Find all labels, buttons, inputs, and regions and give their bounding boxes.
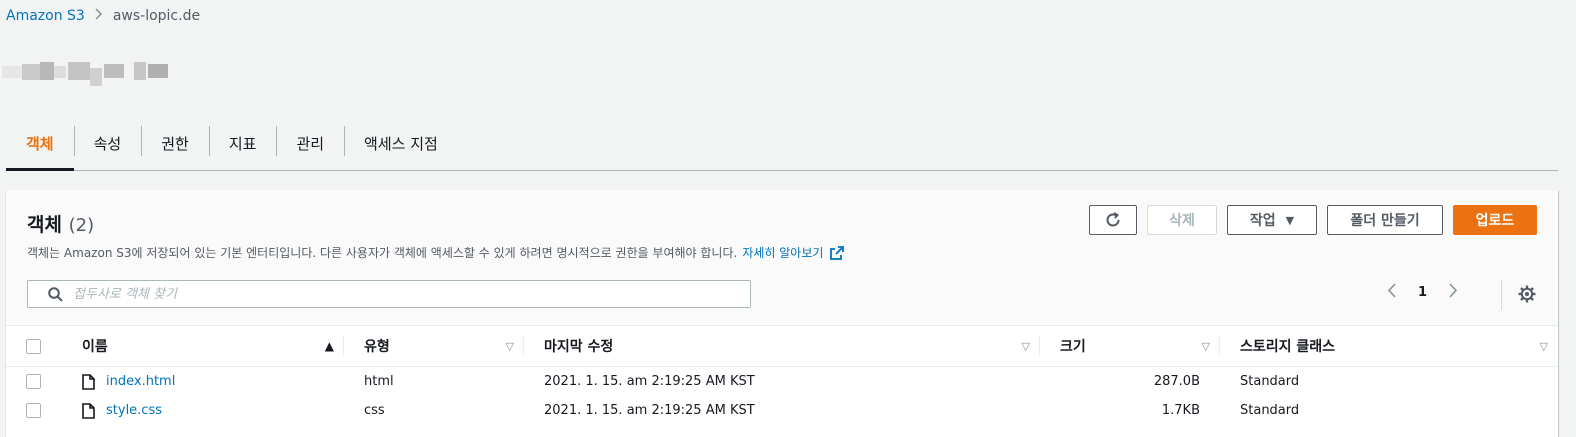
column-header-size[interactable]: 크기 ▽ bbox=[1040, 326, 1220, 366]
tab-permissions[interactable]: 권한 bbox=[141, 116, 209, 170]
actions-label: 작업 bbox=[1249, 213, 1276, 229]
row-checkbox[interactable] bbox=[26, 374, 41, 389]
table-row[interactable]: index.html html 2021. 1. 15. am 2:19:25 … bbox=[6, 367, 1558, 397]
pagination: 1 bbox=[1387, 282, 1458, 303]
chevron-right-icon bbox=[95, 8, 103, 24]
object-modified: 2021. 1. 15. am 2:19:25 AM KST bbox=[544, 403, 755, 418]
panel-header: 객체 (2) 객체는 Amazon S3에 저장되어 있는 기본 엔터티입니다.… bbox=[6, 190, 1558, 326]
file-icon bbox=[82, 402, 106, 419]
objects-panel: 객체 (2) 객체는 Amazon S3에 저장되어 있는 기본 엔터티입니다.… bbox=[6, 190, 1558, 437]
object-count: (2) bbox=[68, 215, 95, 236]
select-all-checkbox[interactable] bbox=[26, 338, 41, 354]
action-buttons: 삭제 작업 ▼ 폴더 만들기 업로드 bbox=[1089, 205, 1537, 235]
column-label: 마지막 수정 bbox=[544, 339, 614, 355]
objects-table: 이름 ▲ 유형 ▽ 마지막 수정 ▽ 크기 ▽ 스토리지 클래스 ▽ index… bbox=[6, 326, 1558, 425]
object-type: css bbox=[364, 403, 385, 418]
breadcrumb: Amazon S3 aws-lopic.de bbox=[6, 8, 200, 24]
sort-icon: ▽ bbox=[505, 339, 514, 353]
sort-icon: ▽ bbox=[1539, 339, 1548, 353]
row-checkbox[interactable] bbox=[26, 403, 41, 418]
object-size: 1.7KB bbox=[1161, 403, 1200, 418]
object-link[interactable]: index.html bbox=[106, 374, 175, 389]
search-box bbox=[27, 280, 751, 308]
description-text: 객체는 Amazon S3에 저장되어 있는 기본 엔터티입니다. 다른 사용자… bbox=[27, 246, 738, 260]
delete-button[interactable]: 삭제 bbox=[1147, 205, 1217, 235]
object-modified: 2021. 1. 15. am 2:19:25 AM KST bbox=[544, 374, 755, 389]
sort-icon: ▽ bbox=[1201, 339, 1210, 353]
tab-management[interactable]: 관리 bbox=[276, 116, 344, 170]
search-icon bbox=[38, 286, 63, 302]
panel-title: 객체 (2) bbox=[27, 210, 94, 237]
sort-ascending-icon: ▲ bbox=[324, 339, 334, 353]
column-label: 이름 bbox=[82, 339, 108, 355]
refresh-button[interactable] bbox=[1089, 205, 1137, 235]
panel-title-text: 객체 bbox=[27, 214, 62, 236]
refresh-icon bbox=[1104, 211, 1122, 229]
panel-description: 객체는 Amazon S3에 저장되어 있는 기본 엔터티입니다. 다른 사용자… bbox=[27, 244, 845, 261]
table-header-row: 이름 ▲ 유형 ▽ 마지막 수정 ▽ 크기 ▽ 스토리지 클래스 ▽ bbox=[6, 326, 1558, 367]
object-storage-class: Standard bbox=[1240, 374, 1300, 389]
breadcrumb-current: aws-lopic.de bbox=[112, 8, 201, 24]
caret-down-icon: ▼ bbox=[1285, 213, 1295, 227]
object-type: html bbox=[364, 374, 394, 389]
tab-bar: 객체 속성 권한 지표 관리 액세스 지점 bbox=[6, 116, 1558, 171]
search-input[interactable] bbox=[71, 285, 715, 303]
object-size: 287.0B bbox=[1153, 374, 1200, 389]
chevron-right-icon[interactable] bbox=[1449, 282, 1458, 303]
page-title-redacted bbox=[2, 58, 168, 88]
column-label: 유형 bbox=[364, 339, 390, 355]
tab-objects[interactable]: 객체 bbox=[6, 116, 74, 171]
tab-access-points[interactable]: 액세스 지점 bbox=[344, 116, 458, 170]
create-folder-button[interactable]: 폴더 만들기 bbox=[1327, 205, 1443, 235]
column-header-name[interactable]: 이름 ▲ bbox=[62, 326, 344, 366]
divider bbox=[1501, 280, 1502, 310]
gear-icon bbox=[1518, 285, 1536, 303]
external-link-icon bbox=[830, 245, 845, 260]
column-header-storage-class[interactable]: 스토리지 클래스 ▽ bbox=[1220, 326, 1558, 366]
column-label: 스토리지 클래스 bbox=[1240, 339, 1336, 355]
column-label: 크기 bbox=[1060, 339, 1086, 355]
tab-properties[interactable]: 속성 bbox=[73, 116, 142, 170]
chevron-left-icon[interactable] bbox=[1387, 282, 1396, 303]
column-header-modified[interactable]: 마지막 수정 ▽ bbox=[524, 326, 1040, 366]
actions-dropdown[interactable]: 작업 ▼ bbox=[1227, 205, 1317, 235]
object-link[interactable]: style.css bbox=[106, 403, 162, 418]
file-icon bbox=[82, 373, 106, 390]
tab-metrics[interactable]: 지표 bbox=[208, 116, 277, 170]
current-page[interactable]: 1 bbox=[1418, 285, 1427, 300]
object-storage-class: Standard bbox=[1240, 403, 1300, 418]
column-header-type[interactable]: 유형 ▽ bbox=[344, 326, 524, 366]
settings-button[interactable] bbox=[1518, 285, 1536, 307]
breadcrumb-link-s3[interactable]: Amazon S3 bbox=[6, 8, 85, 24]
learn-more-link[interactable]: 자세히 알아보기 bbox=[742, 244, 823, 261]
sort-icon: ▽ bbox=[1021, 339, 1030, 353]
table-row[interactable]: style.css css 2021. 1. 15. am 2:19:25 AM… bbox=[6, 396, 1558, 425]
upload-button[interactable]: 업로드 bbox=[1453, 205, 1537, 235]
